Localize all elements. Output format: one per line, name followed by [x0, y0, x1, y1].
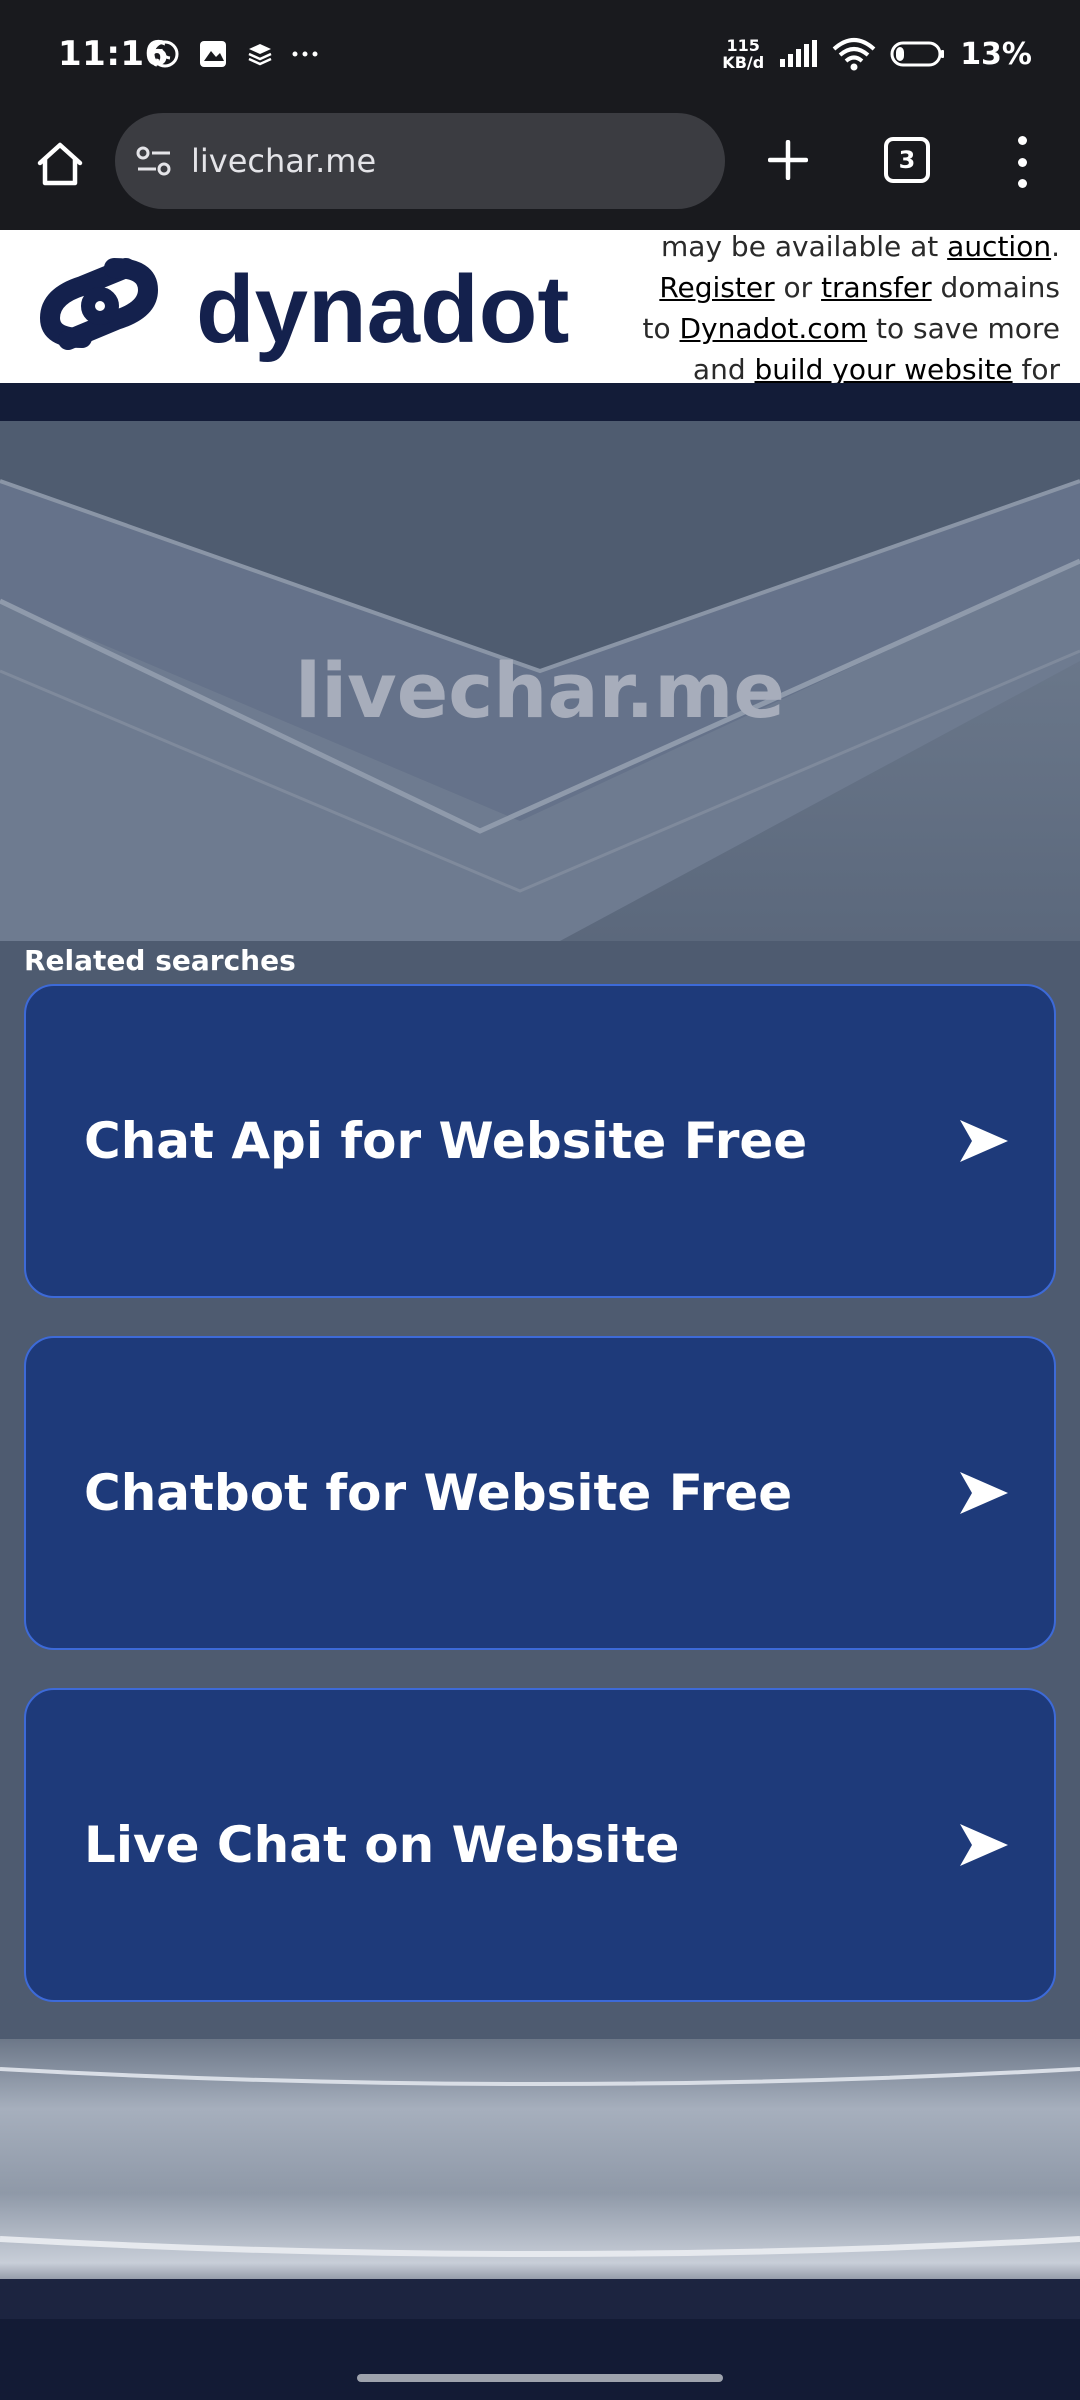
plus-icon — [768, 140, 808, 180]
related-searches-section: Related searches Chat Api for Website Fr… — [0, 941, 1080, 2039]
wifi-icon — [832, 38, 876, 71]
status-bar: 11:16 115 KB/d 13% — [0, 0, 1080, 110]
banner-text-line: and — [692, 353, 755, 383]
footer-background-image — [0, 2039, 1080, 2319]
notification-icons — [150, 34, 318, 74]
banner-text-line: to — [642, 312, 680, 345]
dynadot-logo[interactable]: dynadot — [38, 242, 594, 372]
home-icon — [37, 142, 83, 186]
banner-text-line: domains — [931, 271, 1060, 304]
footer-architecture-image — [0, 2067, 1080, 2319]
system-icons: 115 KB/d 13% — [722, 34, 1032, 74]
banner-divider — [0, 383, 1080, 421]
gallery-icon — [200, 41, 226, 67]
address-bar[interactable]: livechar.me — [115, 113, 725, 209]
menu-dot — [1017, 136, 1027, 145]
layers-icon — [248, 44, 272, 66]
register-link[interactable]: Register — [659, 271, 774, 304]
banner-text: may be available at auction. Register or… — [590, 230, 1060, 383]
related-search-item[interactable]: Live Chat on Website — [24, 1688, 1056, 2002]
banner-text-line: may be available at — [661, 230, 948, 263]
whatsapp-icon — [151, 40, 179, 68]
auction-link[interactable]: auction — [947, 230, 1051, 263]
domain-title: livechar.me — [295, 646, 785, 735]
more-notifications-icon — [292, 51, 318, 57]
home-button[interactable] — [30, 134, 90, 194]
browser-toolbar: livechar.me 3 — [0, 110, 1080, 230]
tab-switcher-button[interactable]: 3 — [884, 137, 930, 183]
dynadot-logo-text: dynadot — [196, 256, 569, 363]
battery-percent: 13% — [960, 36, 1032, 72]
footer-bar — [0, 2319, 1080, 2400]
dynadot-com-link[interactable]: Dynadot.com — [679, 312, 867, 345]
menu-dot — [1017, 179, 1027, 188]
menu-dot — [1017, 157, 1027, 167]
transfer-link[interactable]: transfer — [821, 271, 932, 304]
banner-text-line: to save more — [867, 312, 1060, 345]
related-search-item[interactable]: Chatbot for Website Free — [24, 1336, 1056, 1650]
new-tab-button[interactable] — [758, 130, 818, 190]
speed-value: 115 — [726, 36, 760, 55]
signal-icon — [780, 40, 818, 67]
hero-banner: livechar.me — [0, 421, 1080, 941]
related-search-label[interactable]: Live Chat on Website — [84, 1816, 679, 1874]
site-settings-icon[interactable] — [135, 145, 173, 177]
build-website-link[interactable]: build your website — [755, 353, 1013, 383]
browser-menu-button[interactable] — [1000, 132, 1044, 192]
related-search-label[interactable]: Chatbot for Website Free — [84, 1464, 792, 1522]
banner-text-line: . — [1051, 230, 1060, 263]
speed-unit: KB/d — [722, 53, 765, 72]
gesture-home-indicator[interactable] — [357, 2374, 723, 2382]
banner-text-line: or — [774, 271, 822, 304]
arrow-icon — [960, 1120, 1008, 1162]
dynadot-chain-icon — [39, 258, 159, 350]
related-search-item[interactable]: Chat Api for Website Free — [24, 984, 1056, 1298]
arrow-icon — [960, 1824, 1008, 1866]
battery-icon — [890, 41, 945, 67]
related-searches-title: Related searches — [24, 944, 296, 977]
related-search-label[interactable]: Chat Api for Website Free — [84, 1112, 807, 1170]
arrow-icon — [960, 1472, 1008, 1514]
network-speed: 115 KB/d — [722, 37, 764, 71]
url-text[interactable]: livechar.me — [191, 142, 376, 180]
banner-text-line: for — [1012, 353, 1060, 383]
dynadot-banner[interactable]: dynadot may be available at auction. Reg… — [0, 230, 1080, 383]
